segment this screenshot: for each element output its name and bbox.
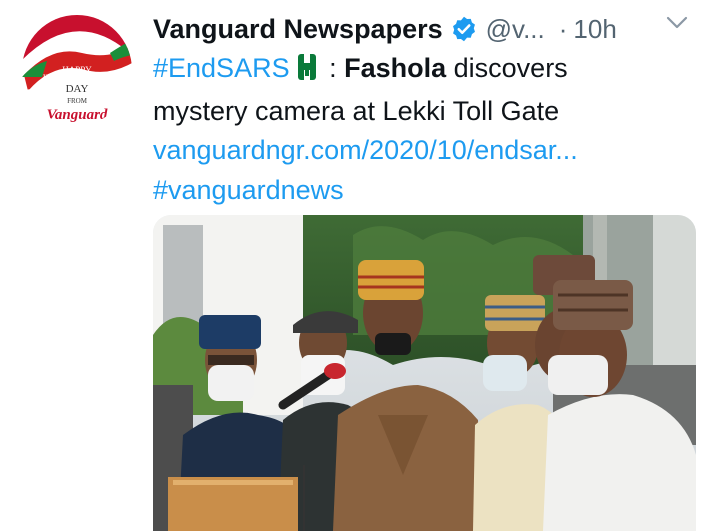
avatar[interactable]: HAPPY INDEPENDENCE DAY FROM Vanguard	[22, 15, 132, 125]
display-name[interactable]: Vanguard Newspapers	[153, 14, 443, 45]
timestamp[interactable]: 10h	[573, 14, 616, 45]
handle[interactable]: @v...	[486, 14, 545, 45]
tweet-header: Vanguard Newspapers @v... · 10h	[153, 8, 700, 50]
tweet-line-1: #EndSARS : Fashola discovers	[153, 49, 698, 92]
vanguard-independence-day-logo-icon: HAPPY INDEPENDENCE DAY FROM Vanguard	[22, 15, 132, 125]
chevron-down-icon[interactable]	[664, 10, 690, 36]
tweet-photo[interactable]	[153, 215, 696, 531]
avatar-line4: FROM	[67, 97, 88, 105]
avatar-line2: INDEPENDENCE	[43, 73, 112, 83]
colon: :	[321, 53, 345, 83]
avatar-line3: DAY	[66, 83, 89, 95]
hashtag-endsars[interactable]: #EndSARS	[153, 53, 290, 83]
hashtag-vanguardnews[interactable]: #vanguardnews	[153, 171, 698, 211]
text-rest: discovers	[446, 53, 568, 83]
bold-name: Fashola	[344, 53, 447, 83]
tweet-line-2: mystery camera at Lekki Toll Gate	[153, 95, 560, 126]
avatar-wordmark: Vanguard	[47, 107, 108, 123]
nigeria-fist-emoji-icon	[297, 52, 316, 92]
separator: ·	[558, 13, 568, 44]
article-link[interactable]: vanguardngr.com/2020/10/endsar...	[153, 131, 698, 171]
tweet-text: #EndSARS : Fashola discovers mystery cam…	[153, 49, 698, 210]
photo-illustration	[153, 215, 696, 531]
verified-badge-icon	[450, 15, 478, 43]
